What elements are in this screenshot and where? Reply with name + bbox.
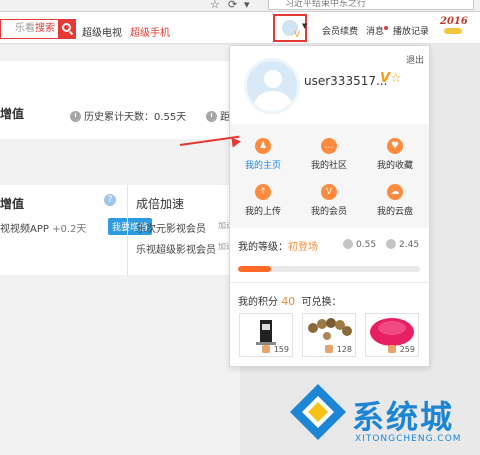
menu-item-community[interactable]: … 我的社区: [296, 138, 362, 171]
address-text: 习近平结束中东之行: [285, 0, 367, 9]
menu-item-label: 我的云盘: [376, 207, 413, 217]
app-item-bonus: +0.2天: [52, 224, 87, 235]
level-current-stat: 0.55: [343, 239, 376, 250]
bracelet-image: [308, 318, 352, 340]
redeem-label: 可兑换：: [301, 297, 342, 308]
home-icon: ♟: [255, 138, 271, 154]
heart-icon: ♥: [387, 138, 403, 154]
history-days-text: 历史累计天数：0.55天: [70, 108, 186, 123]
menu-item-label: 我的主页: [244, 161, 281, 171]
member-item-2: 乐视超级影视会员: [136, 245, 216, 256]
reward-cost: 259: [399, 345, 415, 354]
search-placeholder-highlight: 搜索: [35, 23, 55, 34]
clock-icon: [70, 111, 81, 122]
menu-item-cloud-drive[interactable]: ☁ 我的云盘: [362, 184, 428, 217]
column-divider: [127, 185, 128, 275]
level-next-stat: 2.45: [386, 239, 419, 250]
menu-item-label: 我的收藏: [376, 161, 413, 171]
year-badge[interactable]: 2016: [440, 16, 468, 27]
search-button[interactable]: [58, 19, 76, 39]
reward-item-speaker[interactable]: 259: [365, 313, 419, 357]
reward-item-stand[interactable]: 159: [239, 313, 293, 357]
history-days-value: 历史累计天数：0.55天: [84, 112, 187, 123]
growth-methods-card: 增值 ? 视视频APP +0.2天 我要增值 成倍加速 乐次元影视会员 加速1.…: [0, 185, 242, 275]
speed-title: 成倍加速: [136, 197, 185, 211]
avatar-head: [264, 70, 282, 88]
address-bar[interactable]: 习近平结束中东之行: [268, 0, 474, 10]
cloud-icon: ☁: [387, 184, 403, 200]
speaker-image: [370, 318, 414, 346]
section-title: 增值: [0, 107, 25, 121]
level-current-value: 0.55: [356, 240, 377, 250]
user-menu-grid: ♟ 我的主页 … 我的社区 ♥ 我的收藏 ↑ 我的上传 V 我的会员 ☁ 我的云…: [230, 124, 429, 228]
play-history-link[interactable]: 播放记录: [393, 24, 429, 37]
coin-icon: [388, 345, 396, 353]
level-progress-fill: [238, 266, 271, 272]
nav-super-tv[interactable]: 超级电视: [82, 24, 122, 39]
up-arrow-icon: [386, 239, 396, 249]
annotation-arrowhead: [231, 136, 242, 148]
search-icon-handle: [68, 30, 74, 36]
help-icon[interactable]: ?: [104, 194, 116, 206]
level-progress-bar: [238, 266, 420, 272]
menu-item-favorites[interactable]: ♥ 我的收藏: [362, 138, 428, 171]
renew-membership-link[interactable]: 会员续费: [322, 24, 358, 37]
watermark-subtitle: XITONGCHENG.COM: [355, 434, 462, 444]
search-input[interactable]: 乐看搜索: [0, 19, 58, 39]
growth-summary-card: 增值 历史累计天数：0.55天 距离下: [0, 61, 250, 139]
upload-icon: ↑: [255, 184, 271, 200]
divider: [230, 282, 429, 283]
community-icon: …: [321, 138, 337, 154]
logout-link[interactable]: 退出: [406, 53, 424, 66]
watermark-title: 系统城: [352, 398, 455, 436]
stand-image: [256, 320, 276, 345]
star-icon[interactable]: ☆: [210, 0, 220, 11]
level-next-value: 2.45: [399, 240, 420, 250]
sync-icon[interactable]: ⟳: [228, 0, 237, 11]
user-profile-header: 退出 user333517... V☆: [230, 46, 429, 118]
vip-badge-icon: V: [294, 30, 301, 40]
level-row: 我的等级：初登场: [238, 238, 318, 253]
avatar-body: [254, 91, 292, 111]
search-placeholder: 乐看: [15, 23, 35, 34]
clock-icon: [343, 239, 353, 249]
menu-item-uploads[interactable]: ↑ 我的上传: [230, 184, 296, 217]
reward-cost: 128: [336, 345, 352, 354]
vip-level-icon: V☆: [380, 71, 402, 86]
vip-icon: V: [321, 184, 337, 200]
member-item-1: 乐次元影视会员: [136, 224, 206, 235]
site-header: 乐看搜索 超级电视 超级手机 V ▼ 会员续费 消息 播放记录 2016: [0, 12, 480, 44]
reward-item-bracelet[interactable]: 128: [302, 313, 356, 357]
section-title-2: 增值: [0, 197, 25, 211]
level-label: 我的等级：: [238, 242, 288, 253]
points-value: 40: [281, 295, 296, 308]
level-value[interactable]: 初登场: [288, 242, 318, 253]
username[interactable]: user333517...: [304, 74, 387, 88]
menu-item-label: 我的社区: [310, 161, 347, 171]
app-item-label: 视视频APP: [0, 224, 49, 235]
points-row: 我的积分 40 可兑换：: [238, 293, 342, 308]
app-item: 视视频APP +0.2天: [0, 220, 86, 235]
year-badge-ribbon: [444, 28, 462, 34]
reward-cost: 159: [273, 345, 289, 354]
menu-item-label: 我的上传: [244, 207, 281, 217]
points-label: 我的积分: [238, 297, 278, 308]
profile-avatar[interactable]: [244, 58, 300, 114]
watermark-logo-icon: [290, 384, 346, 440]
user-menu-dropdown: 退出 user333517... V☆ ♟ 我的主页 … 我的社区 ♥ 我的收藏…: [229, 45, 430, 367]
menu-item-label: 我的会员: [310, 207, 347, 217]
notification-dot: [384, 26, 388, 30]
messages-link[interactable]: 消息: [366, 24, 384, 37]
download-icon[interactable]: ▾: [244, 0, 250, 11]
nav-super-phone[interactable]: 超级手机: [130, 24, 170, 39]
clock-icon: [206, 111, 217, 122]
coin-icon: [262, 345, 270, 353]
user-avatar-button[interactable]: V ▼: [273, 14, 307, 42]
menu-item-membership[interactable]: V 我的会员: [296, 184, 362, 217]
browser-toolbar: ☆ ⟳ ▾ 习近平结束中东之行: [0, 0, 480, 12]
chevron-down-icon: ▼: [302, 22, 308, 30]
coin-icon: [325, 345, 333, 353]
